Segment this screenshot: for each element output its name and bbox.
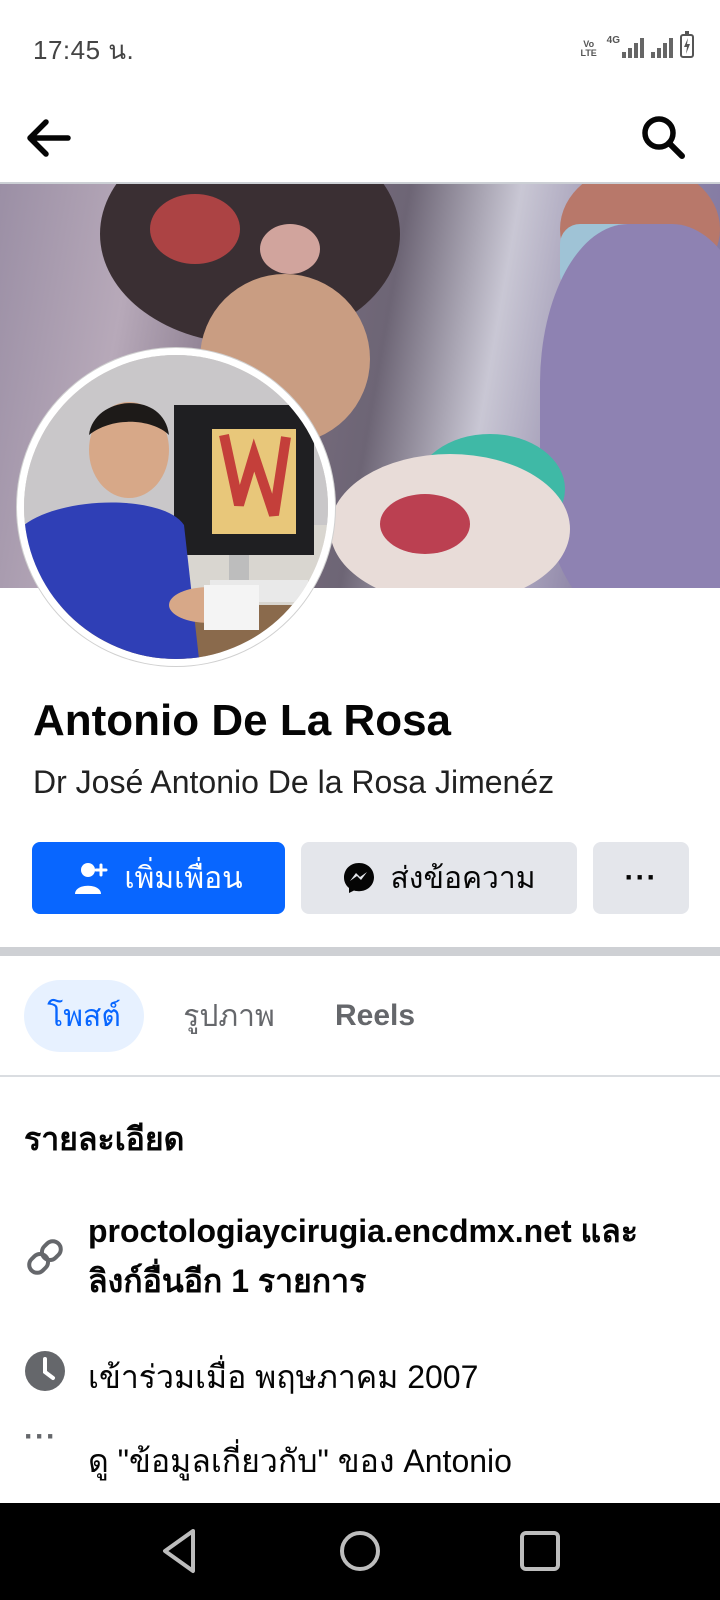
profile-alternate-name: Dr José Antonio De la Rosa Jimenéz <box>33 764 555 800</box>
top-app-bar <box>0 96 720 184</box>
messenger-icon <box>344 863 375 893</box>
add-friend-icon <box>75 863 108 894</box>
arrow-left-icon <box>27 119 71 157</box>
joined-date-text: เข้าร่วมเมื่อ พฤษภาคม 2007 <box>88 1359 479 1395</box>
search-icon <box>642 116 685 159</box>
tab-posts[interactable]: โพสต์ <box>24 980 144 1052</box>
battery-charging-icon <box>680 31 694 58</box>
status-time: 17:45 น. <box>33 35 135 65</box>
profile-avatar[interactable] <box>17 348 335 666</box>
see-about-link[interactable]: ดู "ข้อมูลเกี่ยวกับ" ของ Antonio <box>88 1436 512 1487</box>
back-button[interactable] <box>22 114 74 162</box>
message-label: ส่งข้อความ <box>390 861 536 895</box>
status-icons: Vo LTE 4G <box>578 31 694 58</box>
back-triangle-icon[interactable] <box>155 1525 207 1577</box>
signal-icon-2 <box>651 36 673 58</box>
tab-reels[interactable]: Reels <box>322 980 428 1052</box>
tabs-divider <box>0 1075 720 1077</box>
home-circle-icon[interactable] <box>334 1525 386 1577</box>
avatar-image <box>24 355 328 659</box>
message-button[interactable]: ส่งข้อความ <box>301 842 577 914</box>
link-icon <box>27 1239 63 1275</box>
volte-icon: Vo LTE <box>580 39 597 58</box>
profile-name: Antonio De La Rosa <box>33 696 452 745</box>
more-dots-icon: ··· <box>24 1420 57 1453</box>
section-divider <box>0 947 720 956</box>
more-options-button[interactable]: ··· <box>593 842 689 914</box>
network-type-label: 4G <box>606 35 620 46</box>
tab-photos[interactable]: รูปภาพ <box>172 980 286 1052</box>
search-button[interactable] <box>638 112 690 164</box>
recents-square-icon[interactable] <box>514 1525 566 1577</box>
more-options-icon: ··· <box>624 861 658 894</box>
clock-icon <box>25 1351 65 1391</box>
add-friend-label: เพิ่มเพื่อน <box>124 861 243 895</box>
details-heading: รายละเอียด <box>24 1121 185 1157</box>
status-bar: 17:45 น. Vo LTE 4G <box>0 0 720 96</box>
add-friend-button[interactable]: เพิ่มเพื่อน <box>32 842 285 914</box>
signal-icon: 4G <box>607 36 644 58</box>
website-link[interactable]: proctologiaycirugia.encdmx.net และลิงก์อ… <box>88 1206 688 1306</box>
system-nav-bar <box>0 1503 720 1600</box>
